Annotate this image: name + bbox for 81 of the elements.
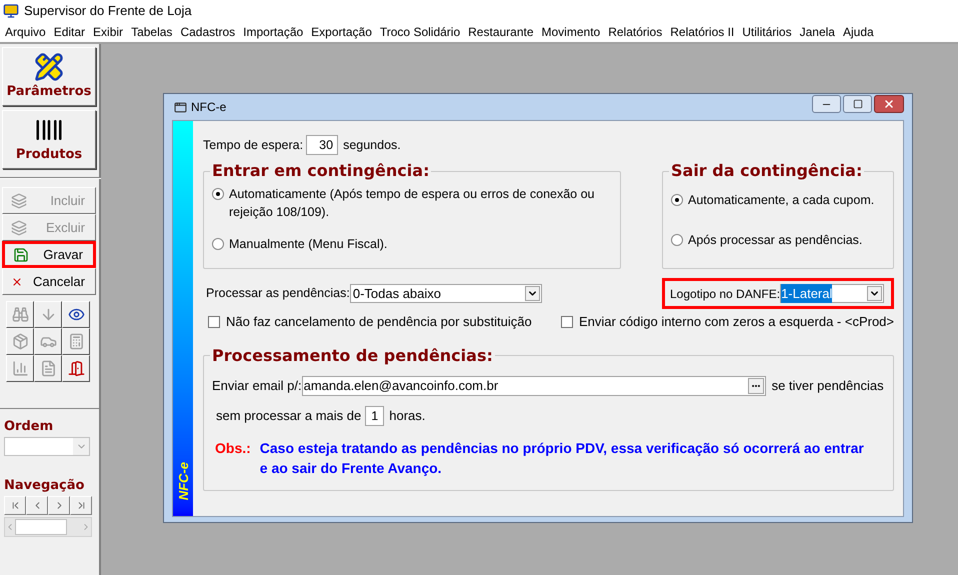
group-title: Entrar em contingência:: [211, 160, 430, 182]
nav-button[interactable]: [48, 496, 70, 515]
calculator-icon: [68, 333, 84, 350]
menu-item[interactable]: Ajuda: [838, 23, 878, 41]
document-icon: [40, 360, 56, 377]
computer-icon: [3, 3, 19, 19]
checkbox-label: Não faz cancelamento de pendência por substituição: [226, 313, 532, 331]
field-label: Tempo de espera:: [203, 136, 304, 154]
menu-item[interactable]: Exportação: [307, 23, 376, 41]
menu-item[interactable]: Movimento: [538, 23, 604, 41]
radio-label: Automaticamente (Após tempo de espera ou erros de conexão ou rejeição 108/109).: [229, 186, 596, 221]
menu-item[interactable]: Relatórios II: [666, 23, 738, 41]
menu-item[interactable]: Relatórios: [604, 23, 666, 41]
window-icon: [174, 100, 187, 114]
radio-label: Automaticamente, a cada cupom.: [688, 192, 874, 209]
side-banner-label: NFC-e: [176, 462, 190, 500]
order-label: Ordem: [4, 418, 54, 436]
selected-value: 1-Lateral: [781, 284, 832, 304]
maximize-icon: [852, 99, 862, 109]
ruler-pencil-icon: [34, 52, 64, 82]
scroll-bar[interactable]: [4, 517, 92, 537]
close-icon: [883, 98, 895, 110]
group-title: Processamento de pendências:: [211, 344, 494, 366]
process-dropdown[interactable]: 0-Todas abaixo: [350, 284, 542, 303]
radio-button[interactable]: [212, 188, 224, 200]
navigation-label: Navegação: [4, 476, 86, 494]
bar-chart-icon: [12, 360, 28, 377]
menu-item[interactable]: Cadastros: [176, 23, 240, 41]
eye-icon: [68, 306, 84, 323]
field-suffix: se tiver pendências: [772, 376, 884, 395]
checkbox[interactable]: [560, 316, 573, 328]
browse-button[interactable]: [748, 378, 764, 394]
email-field[interactable]: amanda.elen@avancoinfo.com.br: [302, 376, 766, 396]
window-title: NFC-e: [191, 99, 226, 116]
menu-item[interactable]: Arquivo: [1, 23, 50, 41]
note-label: Obs.:: [215, 438, 251, 458]
checkbox[interactable]: [208, 316, 220, 328]
action-button[interactable]: Gravar: [2, 241, 96, 268]
group-title: Sair da contingência:: [670, 160, 864, 182]
save-icon: [13, 246, 29, 262]
input-field[interactable]: 30: [306, 135, 338, 155]
menu-item[interactable]: Editar: [50, 23, 90, 41]
input-field[interactable]: 1: [365, 406, 384, 426]
close-button[interactable]: [874, 95, 904, 113]
stacked-cards-icon: [11, 220, 27, 236]
tool-button[interactable]: [62, 301, 90, 328]
radio-button[interactable]: [212, 238, 224, 250]
menu-item[interactable]: Restaurante: [464, 23, 538, 41]
app-title: Supervisor do Frente de Loja: [24, 2, 192, 20]
menu-item[interactable]: Importação: [239, 23, 308, 41]
note-text: Caso esteja tratando as pendências no próprio PDV, essa verificação só ocorrerá ao entrar e ao sair do Frente Avanço.: [260, 438, 865, 478]
toolbar-button[interactable]: Produtos: [2, 110, 96, 169]
stacked-cards-icon: [11, 192, 27, 208]
unit-label: horas.: [389, 406, 426, 425]
tool-button[interactable]: [62, 355, 90, 382]
radio-label: Após processar as pendências.: [688, 232, 862, 249]
field-label: Enviar email p/:: [212, 376, 302, 395]
menu-item[interactable]: Janela: [796, 23, 839, 41]
nav-button[interactable]: [70, 496, 92, 515]
unit-label: segundos.: [343, 136, 401, 154]
door-icon: [68, 360, 84, 377]
box-icon: [12, 333, 28, 350]
radio-label: Manualmente (Menu Fiscal).: [229, 236, 388, 253]
last-icon: [76, 500, 86, 511]
nav-button[interactable]: [26, 496, 48, 515]
action-button[interactable]: Cancelar: [2, 268, 96, 295]
binoculars-icon: [12, 306, 28, 323]
field-label: Processar as pendências:: [206, 285, 350, 302]
radio-button[interactable]: [671, 194, 683, 206]
nav-button[interactable]: [4, 496, 26, 515]
menu-item[interactable]: Utilitários: [738, 23, 796, 41]
menu-item[interactable]: Exibir: [89, 23, 128, 41]
field-label: sem processar a mais de: [216, 406, 362, 425]
menu-item[interactable]: Troco Solidário: [376, 23, 464, 41]
logo-dropdown[interactable]: 1-Lateral: [780, 284, 884, 303]
menu-item[interactable]: Tabelas: [127, 23, 176, 41]
field-label: Logotipo no DANFE:: [670, 286, 780, 302]
checkbox-label: Enviar código interno com zeros a esquerda - <cProd>: [578, 313, 894, 331]
radio-button[interactable]: [671, 234, 683, 246]
maximize-button[interactable]: [843, 95, 872, 113]
toolbar-button[interactable]: Parâmetros: [2, 47, 96, 106]
